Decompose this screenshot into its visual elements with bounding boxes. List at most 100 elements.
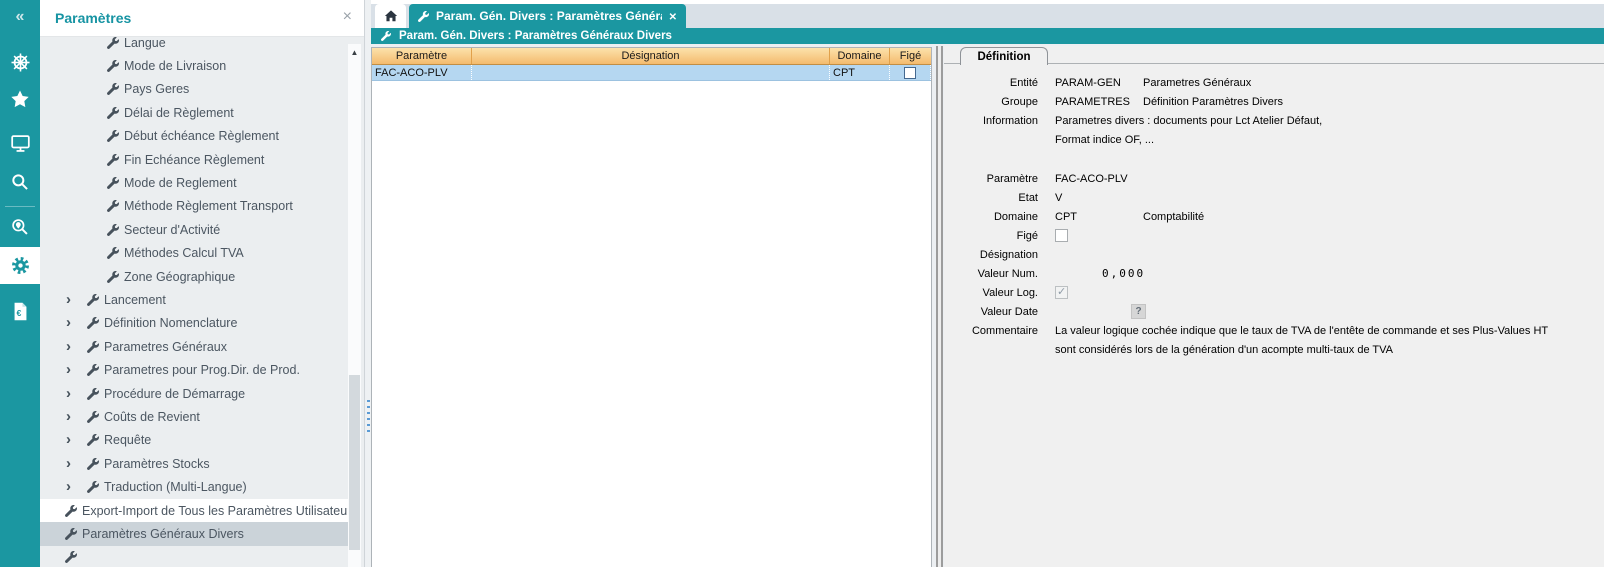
tab-home[interactable] xyxy=(375,4,406,28)
parameters-table: Paramètre Désignation Domaine Figé FAC-A… xyxy=(371,47,932,567)
tree-item-methode-reglement-transport[interactable]: Méthode Règlement Transport xyxy=(40,195,348,218)
field-information-line2: Format indice OF, ... xyxy=(944,130,1604,149)
tree-item-export-import[interactable]: Export-Import de Tous les Paramètres Uti… xyxy=(40,499,348,522)
helm-wheel-icon[interactable] xyxy=(0,45,40,79)
tree-panel-header: Paramètres xyxy=(40,0,364,37)
tree-group-definition-nomenclature[interactable]: Définition Nomenclature xyxy=(40,312,348,335)
wrench-icon xyxy=(87,434,99,446)
tab-bar: Param. Gén. Divers : Paramètres Généra..… xyxy=(371,4,1604,28)
tree-panel-title: Paramètres xyxy=(55,10,131,26)
wrench-icon xyxy=(87,341,99,353)
tree-scrollbar[interactable] xyxy=(348,44,361,567)
chevron-right-icon xyxy=(66,458,78,470)
field-value: FAC-ACO-PLV xyxy=(1055,173,1143,185)
field-commentaire-line2: sont considérés lors de la génération d'… xyxy=(944,340,1604,359)
table-header-row: Paramètre Désignation Domaine Figé xyxy=(372,48,931,65)
scroll-up-arrow-icon[interactable] xyxy=(348,48,361,60)
tab-close-icon[interactable] xyxy=(669,7,677,25)
tree-item-label: Méthodes Calcul TVA xyxy=(124,246,244,260)
tree-item-label: Lancement xyxy=(104,293,166,307)
table-row-selected[interactable]: FAC-ACO-PLV CPT xyxy=(372,65,931,81)
wrench-icon xyxy=(87,388,99,400)
wrench-icon xyxy=(418,11,429,22)
tree-item-fin-echeance[interactable]: Fin Echéance Règlement xyxy=(40,148,348,171)
tree-item-label: Définition Nomenclature xyxy=(104,316,237,330)
content-area: Paramètre Désignation Domaine Figé FAC-A… xyxy=(371,44,1604,567)
chevron-right-icon xyxy=(66,388,78,400)
field-value: PARAMETRES xyxy=(1055,96,1143,108)
view-title-bar: Param. Gén. Divers : Paramètres Généraux… xyxy=(371,28,1604,44)
chevron-right-icon xyxy=(66,434,78,446)
wrench-icon xyxy=(87,294,99,306)
date-picker-button[interactable]: ? xyxy=(1131,304,1146,319)
tree-item-label: Méthode Règlement Transport xyxy=(124,199,293,213)
column-header-designation[interactable]: Désignation xyxy=(472,48,830,64)
tree-item-mode-livraison[interactable]: Mode de Livraison xyxy=(40,54,348,77)
tree-group-parametres-generaux[interactable]: Parametres Généraux xyxy=(40,335,348,358)
collapse-panel-icon[interactable] xyxy=(0,0,40,34)
fige-checkbox[interactable] xyxy=(904,67,916,79)
tree-group-parametres-prog-dir-prod[interactable]: Parametres pour Prog.Dir. de Prod. xyxy=(40,358,348,381)
chevron-right-icon xyxy=(66,294,78,306)
search-location-icon[interactable] xyxy=(0,210,40,244)
star-favorites-icon[interactable] xyxy=(0,82,40,116)
scrollbar-thumb[interactable] xyxy=(349,375,360,550)
tree-group-procedure-demarrage[interactable]: Procédure de Démarrage xyxy=(40,382,348,405)
close-icon[interactable] xyxy=(343,8,352,26)
column-header-domaine[interactable]: Domaine xyxy=(830,48,890,64)
valeur-log-checkbox[interactable] xyxy=(1055,286,1068,299)
wrench-icon xyxy=(87,317,99,329)
wrench-icon xyxy=(107,60,119,72)
wrench-icon xyxy=(65,551,77,563)
monitor-icon[interactable] xyxy=(0,126,40,160)
tree-item-delai-reglement[interactable]: Délai de Règlement xyxy=(40,101,348,124)
field-valeur-log: Valeur Log. xyxy=(944,283,1604,302)
field-description: Définition Paramètres Divers xyxy=(1143,96,1283,108)
tree-main-splitter[interactable] xyxy=(366,0,371,567)
tab-active-param-gen-divers[interactable]: Param. Gén. Divers : Paramètres Généra..… xyxy=(409,4,686,28)
column-header-fige[interactable]: Figé xyxy=(890,48,931,64)
tree-item-methodes-calcul-tva[interactable]: Méthodes Calcul TVA xyxy=(40,242,348,265)
field-value-numeric: 0,000 xyxy=(1055,267,1145,280)
cell-domaine: CPT xyxy=(830,65,890,80)
tree-group-couts-de-revient[interactable]: Coûts de Revient xyxy=(40,405,348,428)
tree-item-label: Mode de Reglement xyxy=(124,176,237,190)
settings-gear-active[interactable] xyxy=(0,247,40,284)
home-icon xyxy=(384,9,398,23)
column-header-parametre[interactable]: Paramètre xyxy=(372,48,472,64)
wrench-icon xyxy=(65,505,77,517)
field-label: Paramètre xyxy=(944,173,1038,185)
tree-item-label: Délai de Règlement xyxy=(124,106,234,120)
invoice-euro-icon[interactable]: € xyxy=(0,294,40,328)
fige-detail-checkbox[interactable] xyxy=(1055,229,1068,242)
tree-item-parametres-generaux-divers-selected[interactable]: Paramètres Généraux Divers xyxy=(40,522,348,545)
chevron-right-icon xyxy=(66,317,78,329)
tree-item-debut-echeance[interactable]: Début échéance Règlement xyxy=(40,125,348,148)
table-detail-splitter[interactable] xyxy=(936,46,943,567)
tree-item-label: Requête xyxy=(104,433,151,447)
tree-item-label: Mode de Livraison xyxy=(124,59,226,73)
tree-group-lancement[interactable]: Lancement xyxy=(40,288,348,311)
field-value: Parametres divers : documents pour Lct A… xyxy=(1055,115,1322,127)
tree-item-zone-geographique[interactable]: Zone Géographique xyxy=(40,265,348,288)
rail-divider xyxy=(5,206,35,207)
tree-item-secteur-activite[interactable]: Secteur d'Activité xyxy=(40,218,348,241)
tree-item-partial[interactable] xyxy=(40,546,348,567)
tab-definition[interactable]: Définition xyxy=(960,47,1048,65)
field-value: sont considérés lors de la génération d'… xyxy=(1055,344,1393,356)
field-label: Valeur Num. xyxy=(944,268,1038,280)
tree-item-label: Langue xyxy=(124,36,166,50)
tree-item-mode-reglement[interactable]: Mode de Reglement xyxy=(40,171,348,194)
splitter-grip-icon[interactable] xyxy=(367,400,370,434)
tree-group-parametres-stocks[interactable]: Paramètres Stocks xyxy=(40,452,348,475)
tree-group-traduction-multi-langue[interactable]: Traduction (Multi-Langue) xyxy=(40,475,348,498)
tree-group-requete[interactable]: Requête xyxy=(40,429,348,452)
wrench-icon xyxy=(87,364,99,376)
wrench-icon xyxy=(107,154,119,166)
search-icon[interactable] xyxy=(0,165,40,199)
field-value: Format indice OF, ... xyxy=(1055,134,1154,146)
tree-item-label: Paramètres Généraux Divers xyxy=(82,527,244,541)
main-area: Param. Gén. Divers : Paramètres Généra..… xyxy=(371,0,1604,567)
wrench-icon xyxy=(107,107,119,119)
tree-item-pays-geres[interactable]: Pays Geres xyxy=(40,78,348,101)
